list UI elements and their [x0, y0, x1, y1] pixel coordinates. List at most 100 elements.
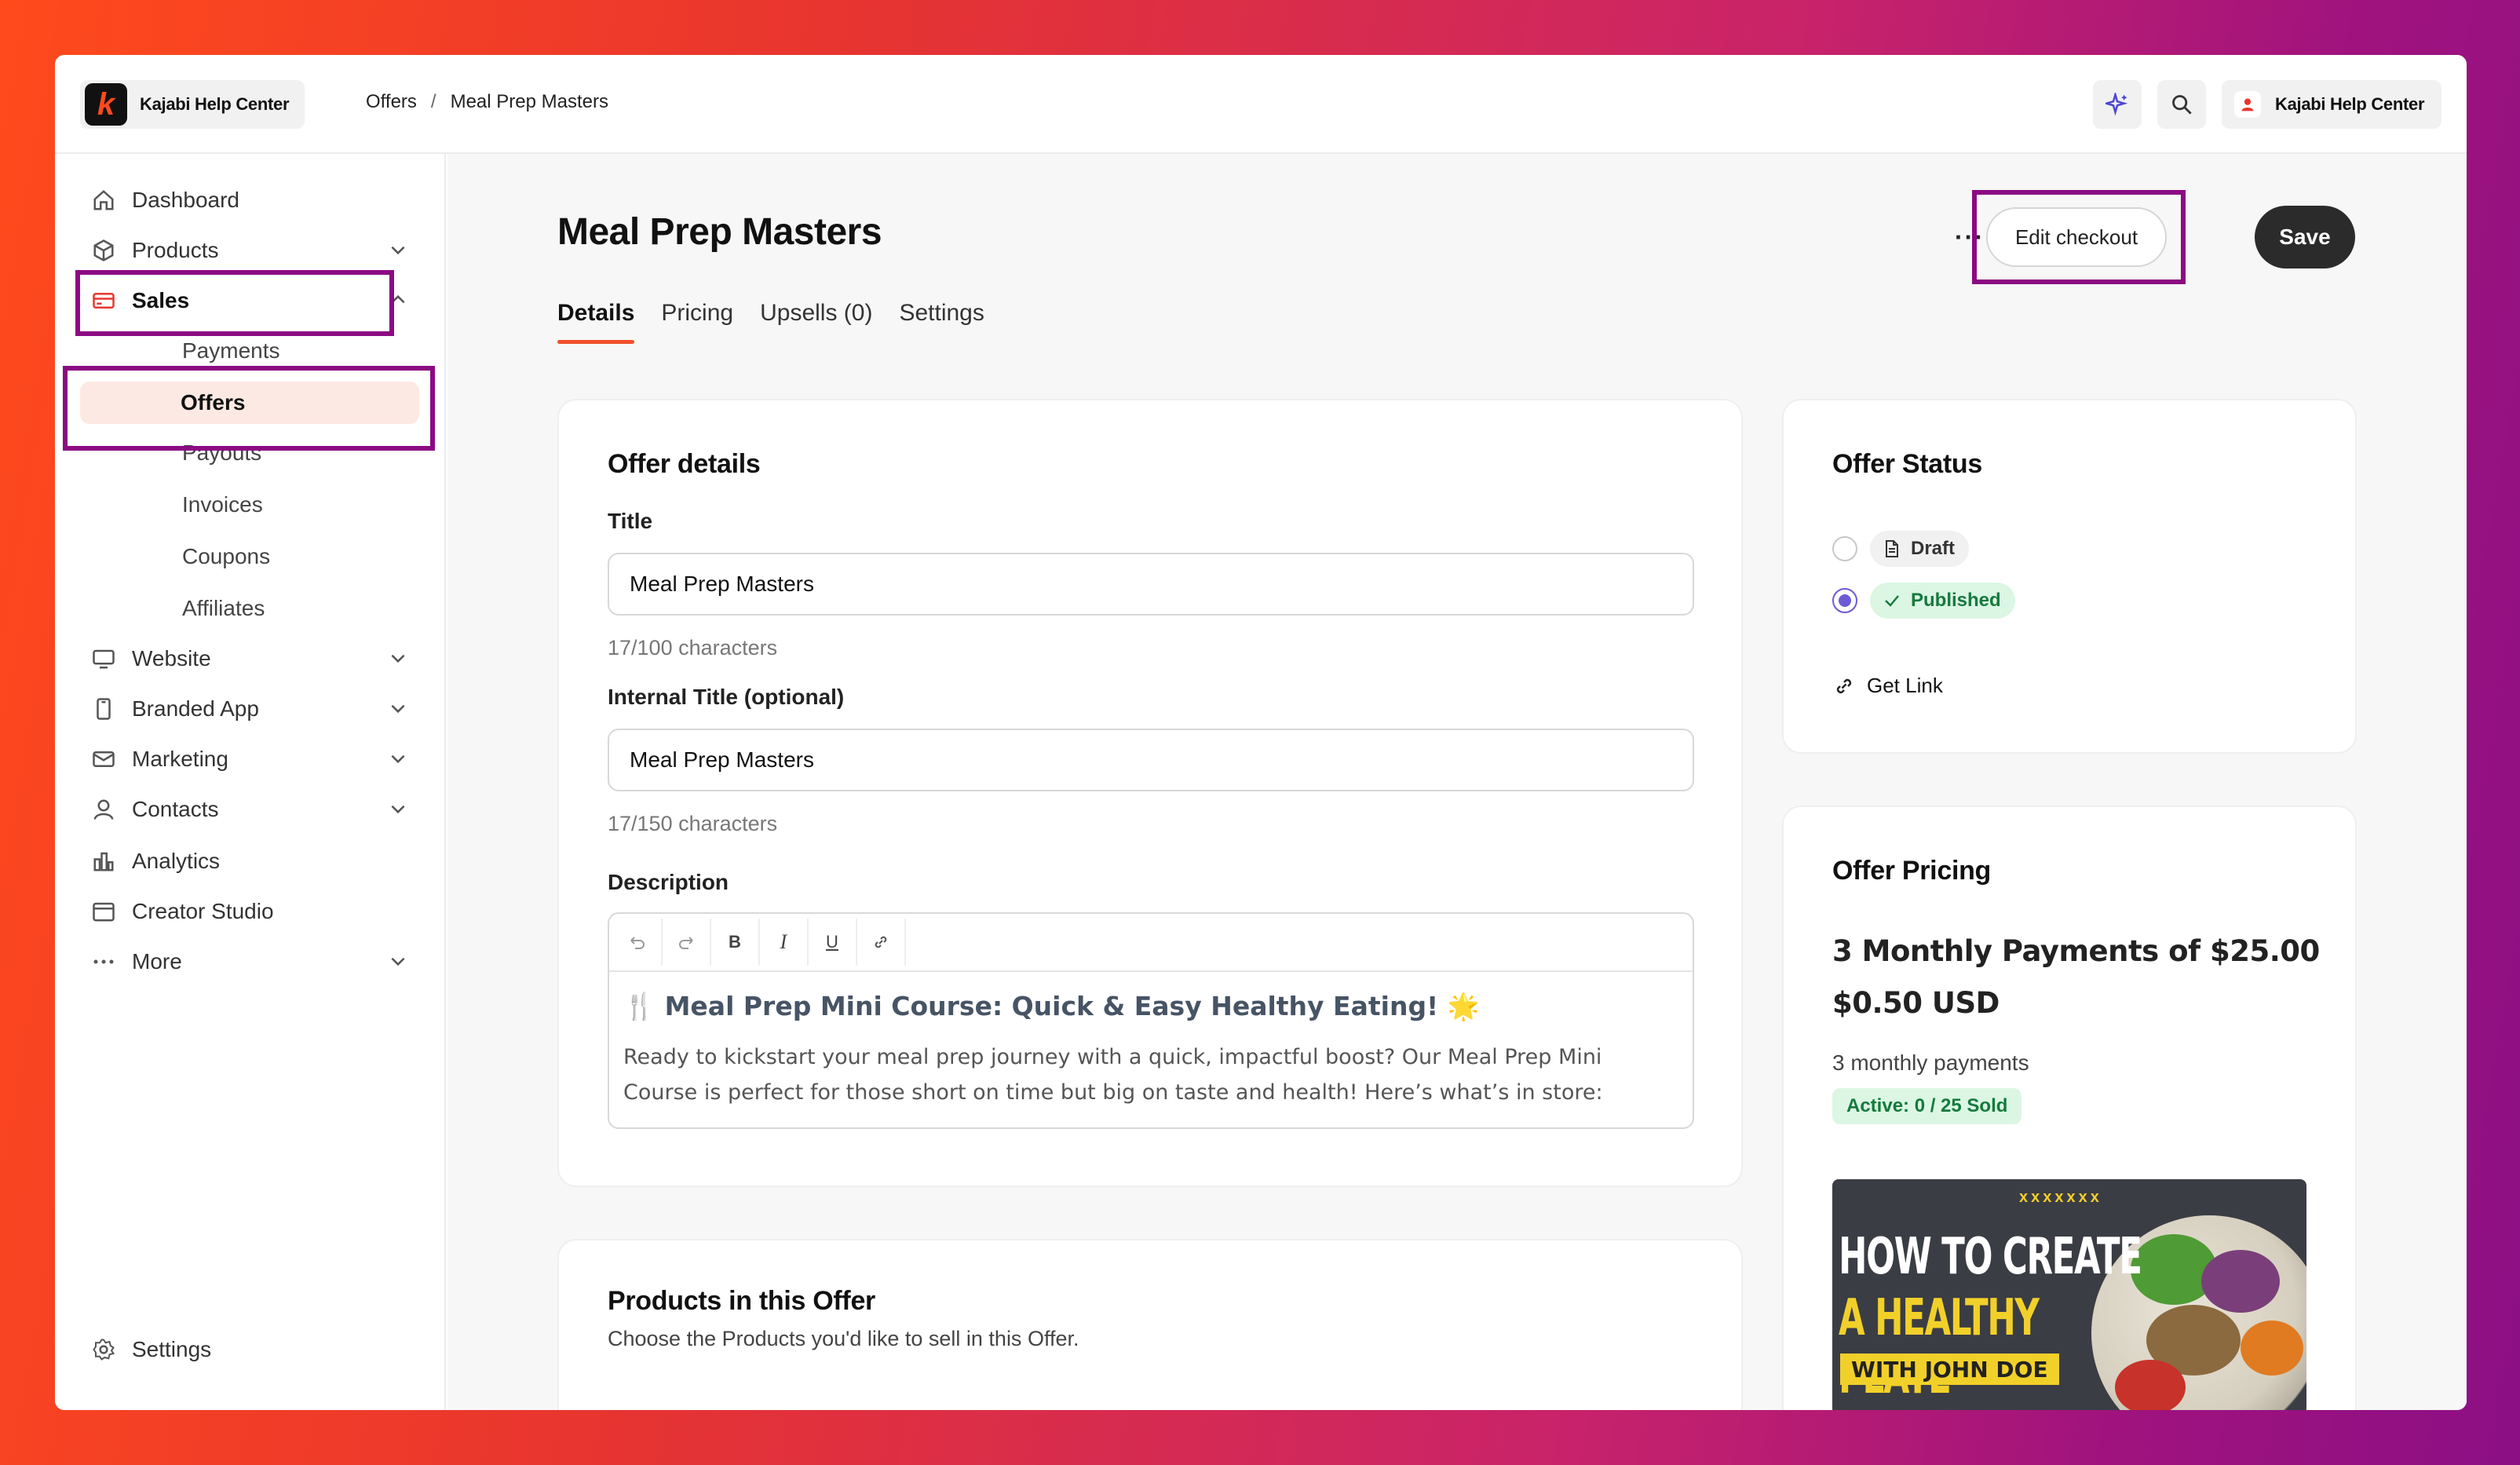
chevron-down-icon — [391, 654, 405, 663]
sidebar-subitem-invoices[interactable]: Invoices — [82, 484, 419, 526]
sidebar: Dashboard Products Sales Payments Offers… — [55, 154, 446, 1410]
offer-thumbnail: xxxxxxx HOW TO CREATE A HEALTHY PLATE WI… — [1832, 1179, 2306, 1410]
sidebar-item-label: Dashboard — [132, 188, 239, 212]
contacts-icon — [91, 797, 116, 822]
bold-button[interactable]: B — [711, 919, 760, 966]
tab-details[interactable]: Details — [557, 300, 635, 344]
offer-pricing-card: Offer Pricing 3 Monthly Payments of $25.… — [1782, 806, 2357, 1410]
active-sold-badge: Active: 0 / 25 Sold — [1832, 1088, 2022, 1124]
italic-button[interactable]: I — [760, 919, 809, 966]
description-body: Ready to kickstart your meal prep journe… — [623, 1045, 1603, 1105]
get-link-button[interactable]: Get Link — [1832, 674, 1943, 698]
sidebar-item-branded-app[interactable]: Branded App — [82, 688, 419, 730]
search-icon — [2172, 95, 2192, 115]
search-button[interactable] — [2157, 80, 2206, 129]
main-content: Meal Prep Masters ··· Edit checkout Save… — [447, 154, 2467, 1410]
sidebar-item-website[interactable]: Website — [82, 638, 419, 680]
title-char-count: 17/100 characters — [608, 636, 778, 659]
products-card: Products in this Offer Choose the Produc… — [557, 1239, 1743, 1410]
internal-title-char-count: 17/150 characters — [608, 812, 778, 835]
edit-checkout-button[interactable]: Edit checkout — [1986, 207, 2167, 267]
link-icon — [1836, 678, 1852, 693]
tab-pricing[interactable]: Pricing — [661, 300, 733, 344]
internal-title-label: Internal Title (optional) — [608, 685, 845, 709]
ai-assistant-button[interactable] — [2093, 80, 2142, 129]
top-bar: k Kajabi Help Center Offers / Meal Prep … — [55, 55, 2467, 154]
status-draft-option[interactable]: Draft — [1832, 531, 1970, 567]
calendar-icon — [91, 899, 116, 924]
sidebar-item-contacts[interactable]: Contacts — [82, 788, 419, 831]
sidebar-item-settings[interactable]: Settings — [82, 1328, 419, 1371]
tab-bar: Details Pricing Upsells (0) Settings — [557, 300, 984, 344]
draft-pill: Draft — [1870, 531, 1970, 567]
sidebar-item-label: Branded App — [132, 696, 259, 721]
draft-radio[interactable] — [1832, 536, 1857, 561]
app-window: k Kajabi Help Center Offers / Meal Prep … — [55, 55, 2467, 1410]
thumbnail-line-3: WITH JOHN DOE — [1840, 1354, 2059, 1385]
sidebar-item-dashboard[interactable]: Dashboard — [82, 179, 419, 221]
undo-button[interactable] — [614, 919, 663, 966]
brand-switcher[interactable]: k Kajabi Help Center — [80, 80, 305, 129]
internal-title-input[interactable]: Meal Prep Masters — [608, 729, 1694, 791]
sidebar-item-products[interactable]: Products — [82, 229, 419, 272]
description-editor[interactable]: B I U 🍴 Meal Prep Mini Course: Quick & E… — [608, 912, 1694, 1129]
analytics-icon — [91, 849, 116, 874]
document-icon — [1886, 540, 1898, 557]
breadcrumb-separator: / — [430, 91, 436, 112]
box-icon — [91, 238, 116, 263]
chevron-down-icon — [391, 805, 405, 814]
sidebar-item-label: More — [132, 949, 182, 974]
sidebar-subitem-payments[interactable]: Payments — [82, 330, 419, 372]
gear-icon — [91, 1337, 116, 1362]
link-button[interactable] — [857, 919, 906, 966]
sidebar-item-analytics[interactable]: Analytics — [82, 840, 419, 882]
save-button[interactable]: Save — [2255, 206, 2355, 269]
thumbnail-line-2: A HEALTHY PLATE — [1839, 1289, 2040, 1405]
underline-button[interactable]: U — [809, 919, 857, 966]
sidebar-item-label: Website — [132, 646, 211, 670]
sidebar-subitem-offers[interactable]: Offers — [80, 382, 419, 424]
check-icon — [1885, 595, 1899, 607]
phone-icon — [91, 696, 116, 722]
sidebar-item-label: Creator Studio — [132, 899, 274, 923]
account-name: Kajabi Help Center — [2275, 94, 2425, 114]
tab-settings[interactable]: Settings — [899, 300, 984, 344]
offer-details-card: Offer details Title Meal Prep Masters 17… — [557, 399, 1743, 1187]
sidebar-item-creator-studio[interactable]: Creator Studio — [82, 890, 419, 933]
sidebar-item-marketing[interactable]: Marketing — [82, 738, 419, 780]
chevron-up-icon — [391, 294, 405, 304]
published-radio[interactable] — [1832, 588, 1857, 613]
chevron-down-icon — [391, 957, 405, 966]
sidebar-item-more[interactable]: More — [82, 941, 419, 983]
products-title: Products in this Offer — [608, 1286, 875, 1316]
products-subtitle: Choose the Products you'd like to sell i… — [608, 1327, 1079, 1350]
sidebar-item-sales[interactable]: Sales — [82, 279, 419, 322]
top-actions: Kajabi Help Center — [2093, 80, 2441, 129]
payments-count: 3 monthly payments — [1832, 1050, 2029, 1075]
credit-card-icon — [91, 288, 116, 313]
sidebar-subitem-affiliates[interactable]: Affiliates — [82, 587, 419, 630]
sidebar-item-label: Settings — [132, 1337, 212, 1361]
more-icon — [91, 949, 116, 974]
monitor-icon — [91, 646, 116, 671]
description-label: Description — [608, 870, 729, 894]
redo-button[interactable] — [663, 919, 711, 966]
title-label: Title — [608, 509, 653, 533]
home-icon — [91, 188, 116, 213]
sidebar-subitem-payouts[interactable]: Payouts — [82, 432, 419, 474]
user-icon — [2241, 98, 2254, 111]
kajabi-logo-icon: k — [85, 83, 127, 126]
chevron-down-icon — [391, 754, 405, 764]
sidebar-subitem-coupons[interactable]: Coupons — [82, 535, 419, 578]
tab-upsells[interactable]: Upsells (0) — [760, 300, 872, 344]
sidebar-item-label: Marketing — [132, 747, 228, 771]
redo-icon — [679, 937, 693, 949]
breadcrumb-offers-link[interactable]: Offers — [366, 91, 417, 113]
breadcrumb: Offers / Meal Prep Masters — [366, 91, 608, 113]
account-menu[interactable]: Kajabi Help Center — [2222, 80, 2441, 129]
breadcrumb-current: Meal Prep Masters — [450, 91, 608, 112]
status-published-option[interactable]: Published — [1832, 583, 2015, 619]
more-options-button[interactable]: ··· — [1955, 223, 1985, 252]
title-input[interactable]: Meal Prep Masters — [608, 553, 1694, 616]
food-cabbage — [2201, 1250, 2280, 1313]
